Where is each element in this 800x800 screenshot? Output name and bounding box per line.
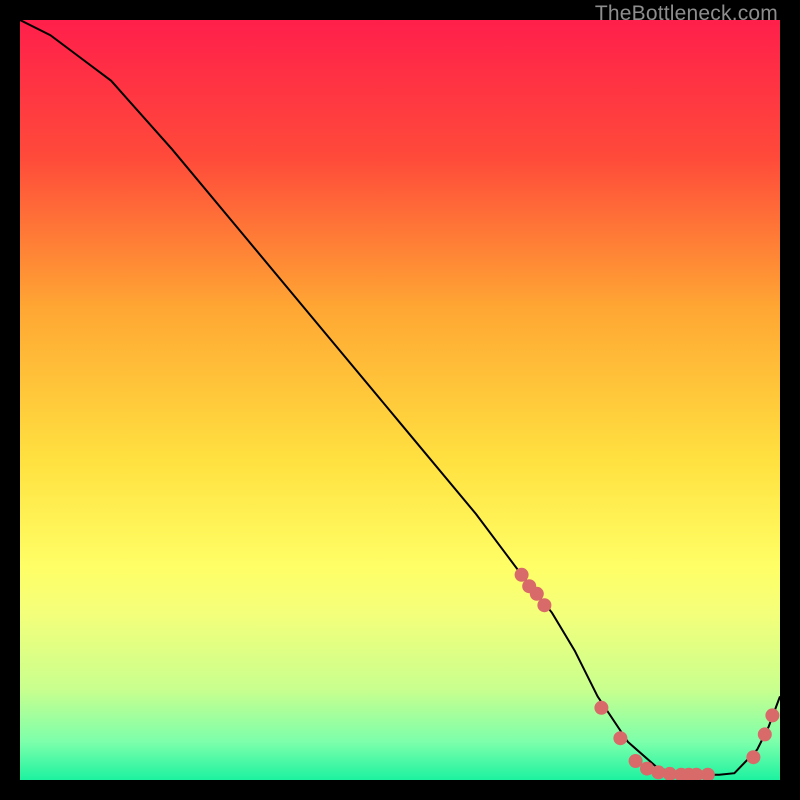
chart-frame: TheBottleneck.com	[0, 0, 800, 800]
data-marker	[530, 587, 544, 601]
chart-svg	[20, 20, 780, 780]
data-marker	[594, 701, 608, 715]
data-marker	[629, 754, 643, 768]
data-marker	[537, 598, 551, 612]
data-marker	[613, 731, 627, 745]
data-marker	[758, 727, 772, 741]
data-marker	[515, 568, 529, 582]
data-marker	[765, 708, 779, 722]
data-marker	[746, 750, 760, 764]
watermark-text: TheBottleneck.com	[595, 2, 778, 26]
plot-area	[20, 20, 780, 780]
chart-background	[20, 20, 780, 780]
